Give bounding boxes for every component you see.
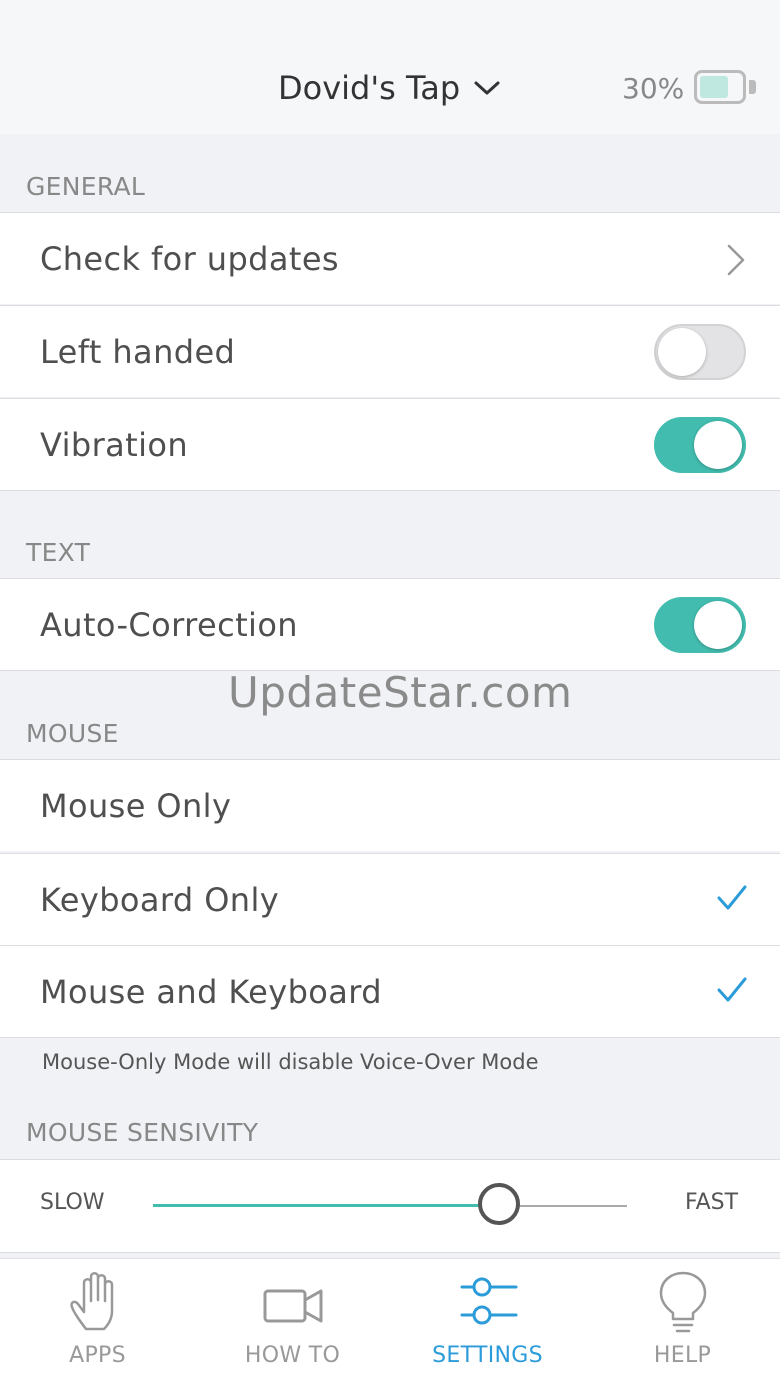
sliders-icon [460, 1277, 517, 1325]
auto-correction-row: Auto-Correction [0, 578, 780, 671]
toggle-knob [694, 421, 742, 469]
battery-level [700, 76, 728, 98]
vibration-row: Vibration [0, 398, 780, 491]
tab-how-to-label: HOW TO [244, 1343, 341, 1368]
fast-label: FAST [685, 1190, 739, 1215]
tab-apps[interactable]: APPS [0, 1259, 195, 1388]
mouse-only-label: Mouse Only [40, 787, 232, 825]
battery-percent: 30% [622, 72, 685, 105]
check-updates-label: Check for updates [40, 240, 340, 278]
left-handed-label: Left handed [40, 333, 236, 371]
auto-correction-toggle[interactable] [654, 597, 746, 653]
keyboard-only-row[interactable]: Keyboard Only [0, 853, 780, 945]
chevron-down-icon [474, 81, 500, 95]
checkmark-icon [717, 885, 747, 910]
device-selector[interactable]: Dovid's Tap [278, 66, 500, 110]
keyboard-only-label: Keyboard Only [40, 881, 280, 919]
tab-settings[interactable]: SETTINGS [390, 1259, 585, 1388]
tab-help-label: HELP [653, 1343, 712, 1368]
mouse-only-row[interactable]: Mouse Only [0, 759, 780, 851]
lightbulb-icon [659, 1271, 706, 1333]
section-general-label: GENERAL [26, 172, 146, 201]
check-updates-row[interactable]: Check for updates [0, 212, 780, 304]
toggle-knob [694, 601, 742, 649]
tab-apps-label: APPS [69, 1343, 126, 1368]
auto-correction-label: Auto-Correction [40, 606, 298, 644]
tab-bar: APPS HOW TO SETTINGS HELP [0, 1258, 780, 1388]
battery-icon [694, 70, 746, 104]
chevron-right-icon [727, 244, 745, 276]
vibration-toggle[interactable] [654, 417, 746, 473]
tab-how-to[interactable]: HOW TO [195, 1259, 390, 1388]
section-mouse-label: MOUSE [26, 719, 119, 748]
sensitivity-slider-thumb[interactable] [478, 1183, 520, 1225]
mouse-and-keyboard-label: Mouse and Keyboard [40, 973, 382, 1011]
tab-settings-label: SETTINGS [432, 1343, 543, 1368]
sensitivity-row: SLOW FAST [0, 1159, 780, 1253]
left-handed-toggle[interactable] [654, 324, 746, 380]
checkmark-icon [717, 977, 747, 1002]
section-text-label: TEXT [26, 538, 91, 567]
video-camera-icon [263, 1289, 322, 1323]
tab-help[interactable]: HELP [585, 1259, 780, 1388]
hand-icon [69, 1272, 113, 1331]
sensitivity-slider-track[interactable] [153, 1204, 627, 1207]
sensitivity-slider-fill [153, 1204, 499, 1207]
mouse-and-keyboard-row[interactable]: Mouse and Keyboard [0, 945, 780, 1038]
watermark: UpdateStar.com [228, 668, 573, 717]
vibration-label: Vibration [40, 426, 189, 464]
slow-label: SLOW [40, 1190, 105, 1215]
battery-tip [749, 80, 756, 94]
top-bar: Dovid's Tap 30% [0, 0, 780, 134]
mouse-mode-note: Mouse-Only Mode will disable Voice-Over … [42, 1050, 539, 1074]
toggle-knob [658, 328, 706, 376]
section-mouse-sensitivity-label: MOUSE SENSIVITY [26, 1118, 259, 1147]
device-name: Dovid's Tap [278, 69, 461, 107]
left-handed-row: Left handed [0, 305, 780, 397]
